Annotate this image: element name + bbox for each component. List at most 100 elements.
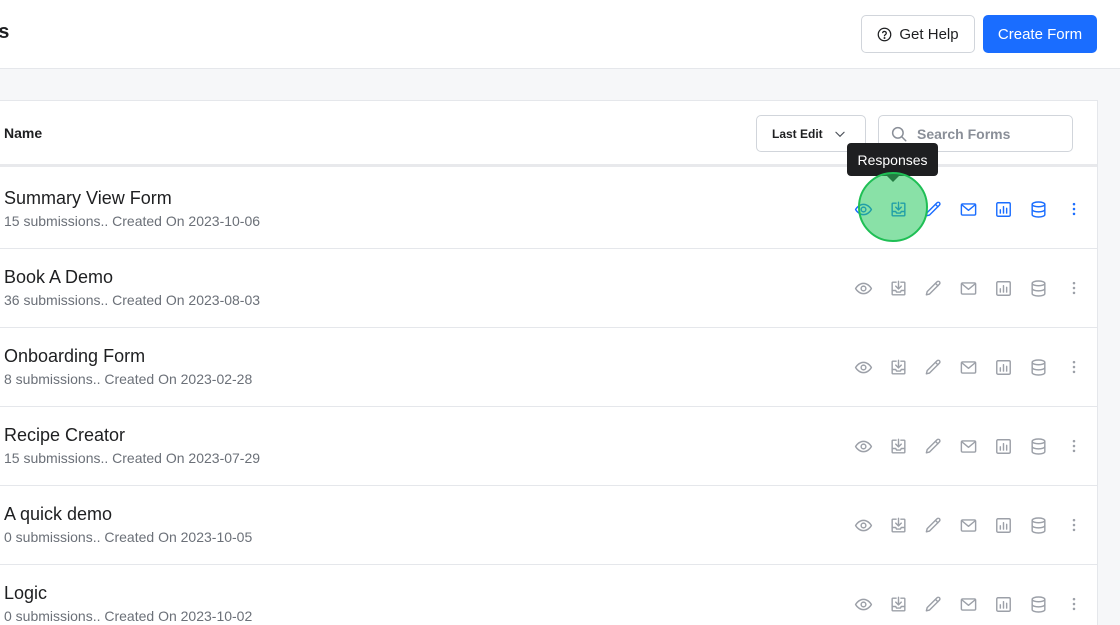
form-row[interactable]: Summary View Form 15 submissions.. Create… bbox=[0, 170, 1097, 249]
responses-tooltip: Responses bbox=[847, 143, 938, 182]
form-meta: 15 submissions.. Created On 2023-10-06 bbox=[4, 213, 261, 229]
form-meta: 8 submissions.. Created On 2023-02-28 bbox=[4, 371, 253, 387]
eye-icon bbox=[854, 598, 873, 610]
more-options-button[interactable] bbox=[1056, 356, 1091, 378]
eye-icon bbox=[854, 203, 873, 215]
edit-button[interactable] bbox=[916, 356, 951, 378]
inbox-download-icon bbox=[891, 201, 906, 217]
preview-button[interactable] bbox=[846, 356, 881, 378]
create-form-label: Create Form bbox=[997, 25, 1083, 43]
more-vertical-icon bbox=[1072, 518, 1075, 532]
chart-icon bbox=[996, 596, 1011, 612]
more-vertical-icon bbox=[1072, 439, 1075, 453]
more-options-button[interactable] bbox=[1056, 593, 1091, 615]
database-icon bbox=[1031, 279, 1046, 297]
row-actions bbox=[846, 593, 1091, 615]
responses-button[interactable] bbox=[881, 514, 916, 536]
form-title[interactable]: A quick demo bbox=[4, 504, 112, 525]
form-meta: 0 submissions.. Created On 2023-10-02 bbox=[4, 608, 253, 624]
email-button[interactable] bbox=[951, 277, 986, 299]
integrations-button[interactable] bbox=[1021, 356, 1056, 378]
sort-value: Last Edit bbox=[772, 126, 823, 141]
preview-button[interactable] bbox=[846, 593, 881, 615]
integrations-button[interactable] bbox=[1021, 435, 1056, 457]
inbox-download-icon bbox=[891, 359, 906, 375]
pencil-icon bbox=[925, 517, 941, 533]
search-icon bbox=[891, 126, 907, 141]
column-header-name: Name bbox=[4, 125, 43, 141]
email-button[interactable] bbox=[951, 198, 986, 220]
integrations-button[interactable] bbox=[1021, 593, 1056, 615]
edit-button[interactable] bbox=[916, 435, 951, 457]
database-icon bbox=[1031, 358, 1046, 376]
responses-button[interactable] bbox=[881, 356, 916, 378]
more-vertical-icon bbox=[1072, 360, 1075, 374]
preview-button[interactable] bbox=[846, 435, 881, 457]
edit-button[interactable] bbox=[916, 593, 951, 615]
chart-icon bbox=[996, 201, 1011, 217]
analytics-button[interactable] bbox=[986, 593, 1021, 615]
responses-button[interactable] bbox=[881, 198, 916, 220]
form-meta: 15 submissions.. Created On 2023-07-29 bbox=[4, 450, 261, 466]
form-title[interactable]: Summary View Form bbox=[4, 188, 172, 209]
more-vertical-icon bbox=[1072, 597, 1075, 611]
form-title[interactable]: Onboarding Form bbox=[4, 346, 145, 367]
form-row[interactable]: A quick demo 0 submissions.. Created On 2… bbox=[0, 486, 1097, 565]
preview-button[interactable] bbox=[846, 277, 881, 299]
email-button[interactable] bbox=[951, 514, 986, 536]
integrations-button[interactable] bbox=[1021, 198, 1056, 220]
integrations-button[interactable] bbox=[1021, 277, 1056, 299]
analytics-button[interactable] bbox=[986, 277, 1021, 299]
edit-button[interactable] bbox=[916, 277, 951, 299]
form-row[interactable]: Recipe Creator 15 submissions.. Created O… bbox=[0, 407, 1097, 486]
analytics-button[interactable] bbox=[986, 198, 1021, 220]
responses-button[interactable] bbox=[881, 277, 916, 299]
mail-icon bbox=[960, 597, 977, 611]
form-row[interactable]: Onboarding Form 8 submissions.. Created O… bbox=[0, 328, 1097, 407]
edit-button[interactable] bbox=[916, 198, 951, 220]
help-circle-icon bbox=[878, 27, 892, 41]
chart-icon bbox=[996, 517, 1011, 533]
mail-icon bbox=[960, 281, 977, 295]
inbox-download-icon bbox=[891, 280, 906, 296]
more-options-button[interactable] bbox=[1056, 514, 1091, 536]
form-row[interactable]: Logic 0 submissions.. Created On 2023-10-… bbox=[0, 565, 1097, 625]
more-options-button[interactable] bbox=[1056, 435, 1091, 457]
email-button[interactable] bbox=[951, 435, 986, 457]
pencil-icon bbox=[925, 280, 941, 296]
chart-icon bbox=[996, 359, 1011, 375]
get-help-button[interactable]: Get Help bbox=[861, 15, 975, 53]
analytics-button[interactable] bbox=[986, 514, 1021, 536]
create-form-button[interactable]: Create Form bbox=[983, 15, 1097, 53]
preview-button[interactable] bbox=[846, 198, 881, 220]
inbox-download-icon bbox=[891, 438, 906, 454]
form-title[interactable]: Recipe Creator bbox=[4, 425, 125, 446]
page-title: ns bbox=[0, 21, 10, 43]
search-input[interactable] bbox=[917, 125, 1067, 142]
chevron-down-icon bbox=[835, 131, 845, 137]
responses-button[interactable] bbox=[881, 435, 916, 457]
chart-icon bbox=[996, 438, 1011, 454]
database-icon bbox=[1031, 516, 1046, 534]
preview-button[interactable] bbox=[846, 514, 881, 536]
row-actions bbox=[846, 514, 1091, 536]
inbox-download-icon bbox=[891, 517, 906, 533]
more-options-button[interactable] bbox=[1056, 277, 1091, 299]
eye-icon bbox=[854, 519, 873, 531]
row-actions bbox=[846, 198, 1091, 220]
integrations-button[interactable] bbox=[1021, 514, 1056, 536]
email-button[interactable] bbox=[951, 356, 986, 378]
analytics-button[interactable] bbox=[986, 356, 1021, 378]
analytics-button[interactable] bbox=[986, 435, 1021, 457]
forms-panel: Name Last Edit Summary View Form 15 submi… bbox=[0, 100, 1098, 625]
row-actions bbox=[846, 277, 1091, 299]
more-options-button[interactable] bbox=[1056, 198, 1091, 220]
edit-button[interactable] bbox=[916, 514, 951, 536]
form-title[interactable]: Logic bbox=[4, 583, 47, 604]
form-row[interactable]: Book A Demo 36 submissions.. Created On 2… bbox=[0, 249, 1097, 328]
inbox-download-icon bbox=[891, 596, 906, 612]
email-button[interactable] bbox=[951, 593, 986, 615]
form-title[interactable]: Book A Demo bbox=[4, 267, 113, 288]
responses-button[interactable] bbox=[881, 593, 916, 615]
row-actions bbox=[846, 356, 1091, 378]
